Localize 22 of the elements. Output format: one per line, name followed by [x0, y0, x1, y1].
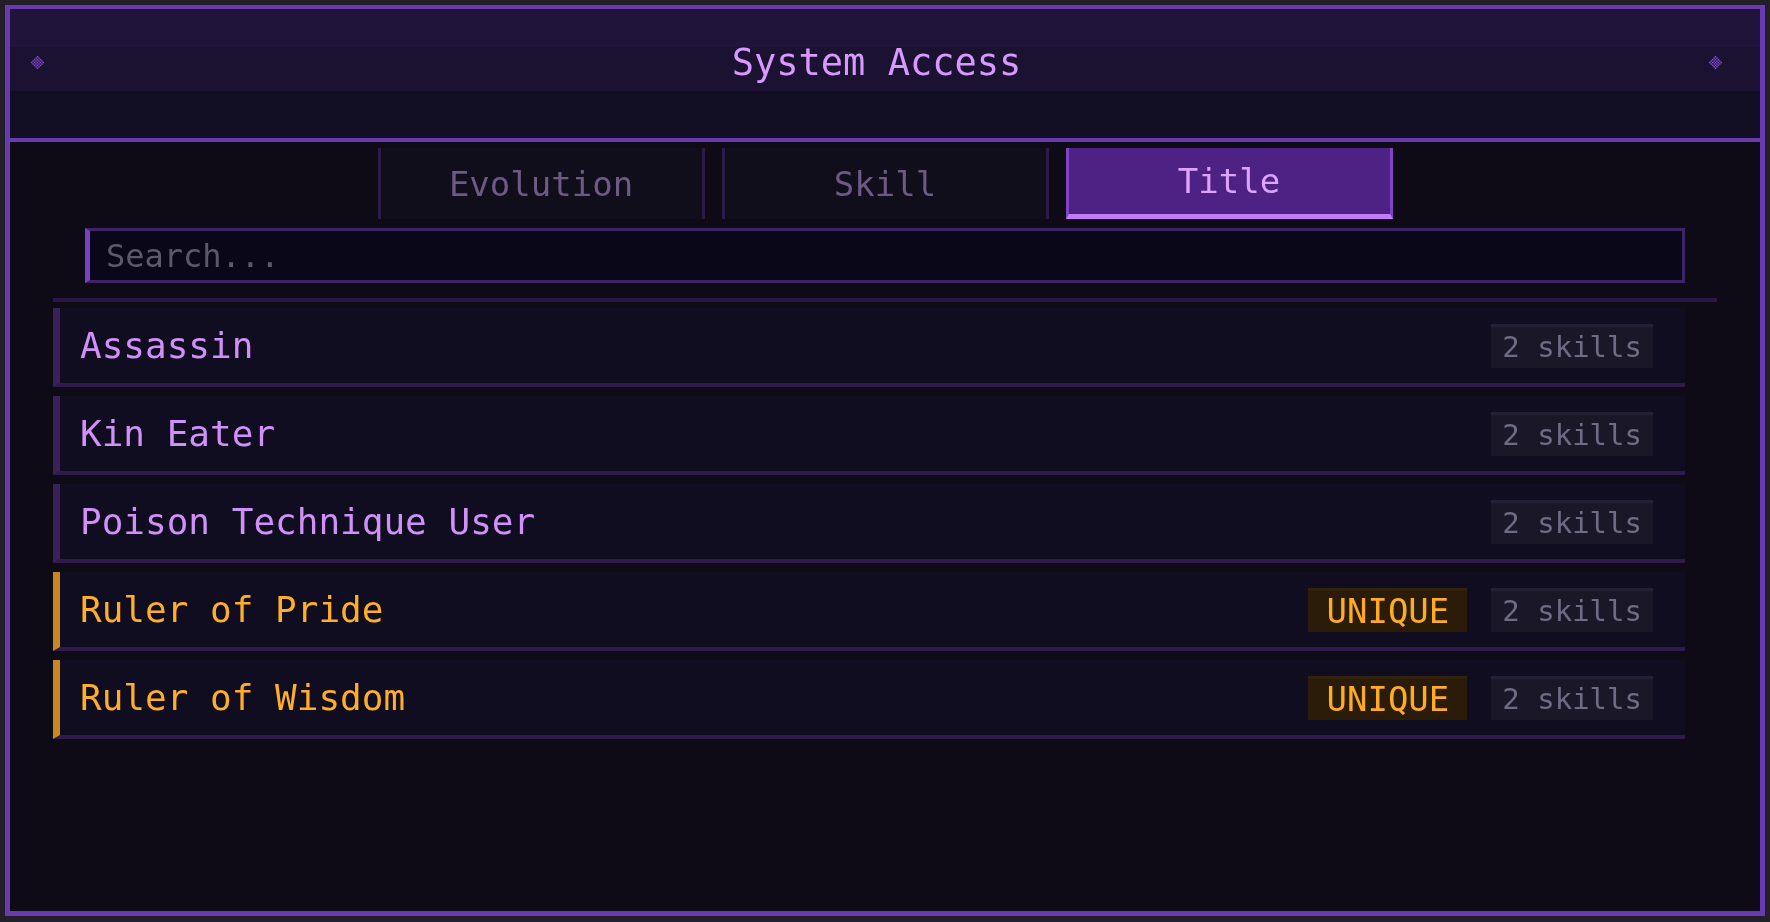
skill-count-tag: 2 skills: [1491, 675, 1653, 720]
title-name: Ruler of Wisdom: [80, 677, 407, 718]
title-row[interactable]: Ruler of Wisdom UNIQUE 2 skills: [53, 660, 1685, 739]
title-row[interactable]: Assassin 2 skills: [53, 308, 1685, 387]
search-field[interactable]: Search...: [85, 228, 1685, 283]
window-title: System Access: [730, 43, 1023, 83]
unique-tag: UNIQUE: [1308, 587, 1468, 632]
unique-tag: UNIQUE: [1308, 675, 1468, 720]
diamond-icon: [31, 56, 44, 69]
title-name: Kin Eater: [80, 413, 277, 454]
skill-count-tag: 2 skills: [1491, 411, 1653, 456]
title-row[interactable]: Poison Technique User 2 skills: [53, 484, 1685, 563]
title-name: Assassin: [80, 325, 255, 366]
skill-count-tag: 2 skills: [1491, 323, 1653, 368]
skill-count-tag: 2 skills: [1491, 587, 1653, 632]
title-row[interactable]: Ruler of Pride UNIQUE 2 skills: [53, 572, 1685, 651]
skill-count-tag: 2 skills: [1491, 499, 1653, 544]
title-name: Poison Technique User: [80, 501, 537, 542]
diamond-icon: [1709, 56, 1722, 69]
title-row[interactable]: Kin Eater 2 skills: [53, 396, 1685, 475]
tab[interactable]: Title: [1065, 148, 1393, 219]
title-name: Ruler of Pride: [80, 589, 385, 630]
